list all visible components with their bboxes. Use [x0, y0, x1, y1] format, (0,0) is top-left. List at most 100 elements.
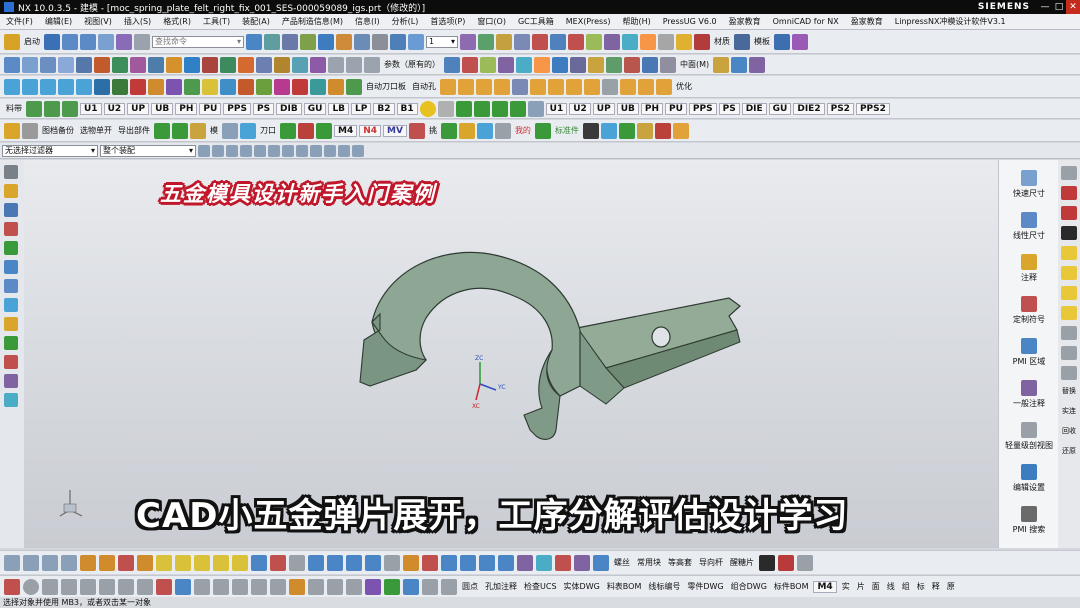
- menu-format[interactable]: 格式(R): [157, 16, 197, 27]
- die-tool-32-icon[interactable]: [638, 78, 654, 95]
- die-tool-7-icon[interactable]: [112, 78, 128, 95]
- menu-yingjia-1[interactable]: 盈家教育: [723, 16, 767, 27]
- screw-label[interactable]: 螺丝: [612, 557, 632, 568]
- green-sheet-icon[interactable]: [618, 122, 635, 139]
- bottom-tool-3-icon[interactable]: [42, 554, 58, 571]
- sheet-tool-icon[interactable]: [600, 122, 617, 139]
- die-tool-31-icon[interactable]: [620, 78, 636, 95]
- menu-info[interactable]: 信息(I): [349, 16, 386, 27]
- delete-face-icon[interactable]: [642, 56, 658, 73]
- down-arrow-icon[interactable]: [473, 100, 490, 117]
- die-tool-13-icon[interactable]: [220, 78, 236, 95]
- ruler-tool-icon[interactable]: [713, 56, 730, 73]
- snap-10-icon[interactable]: [324, 144, 336, 157]
- work-layer-select[interactable]: 1: [426, 35, 458, 48]
- line-label[interactable]: 线: [885, 581, 897, 592]
- edit-object-icon[interactable]: [116, 33, 132, 50]
- bottom-tool-31-icon[interactable]: [574, 554, 590, 571]
- move-icon[interactable]: [408, 33, 424, 50]
- side-tool-6-icon[interactable]: [1061, 266, 1077, 280]
- process-studio-icon[interactable]: [4, 336, 18, 350]
- line-icon[interactable]: [22, 56, 38, 73]
- pocket-icon[interactable]: [238, 56, 254, 73]
- system-scenes-icon[interactable]: [4, 393, 18, 407]
- layer-visibility-icon[interactable]: [460, 33, 476, 50]
- cross-tool-icon[interactable]: [22, 122, 38, 139]
- bottom-tool-14-icon[interactable]: [251, 554, 267, 571]
- bottom-m4-button[interactable]: M4: [813, 580, 837, 593]
- replace-face-icon[interactable]: [624, 56, 640, 73]
- menu-analysis[interactable]: 分析(L): [386, 16, 425, 27]
- synchronous-icon[interactable]: [660, 56, 676, 73]
- mirror-icon[interactable]: [606, 56, 622, 73]
- side-tool-9-icon[interactable]: [1061, 326, 1077, 340]
- mold-label[interactable]: 模: [208, 125, 220, 136]
- bottom-tool-12-icon[interactable]: [213, 554, 229, 571]
- right-gu-button[interactable]: GU: [768, 102, 792, 115]
- die-tool-8-icon[interactable]: [130, 78, 146, 95]
- orange-tool-icon[interactable]: [672, 122, 689, 139]
- right-pps2-button[interactable]: PPS2: [855, 102, 890, 115]
- common-block-label[interactable]: 常用块: [635, 557, 663, 568]
- bottom-tool-20-icon[interactable]: [365, 554, 381, 571]
- camera-icon[interactable]: [282, 33, 298, 50]
- plate-ph-button[interactable]: PH: [175, 102, 198, 115]
- b2-tool-2-icon[interactable]: [23, 578, 39, 595]
- die-tool-17-icon[interactable]: [292, 78, 308, 95]
- side-tool-8-icon[interactable]: [1061, 306, 1077, 320]
- arc-icon[interactable]: [40, 56, 56, 73]
- bottom-tool-10-icon[interactable]: [175, 554, 191, 571]
- sugar-sheet-label[interactable]: 醒糖片: [728, 557, 756, 568]
- bottom-tool-24-icon[interactable]: [441, 554, 457, 571]
- menu-omnicad[interactable]: OmniCAD for NX: [767, 17, 845, 26]
- bottom-tool-2-icon[interactable]: [23, 554, 39, 571]
- material-icon[interactable]: [694, 33, 710, 50]
- right-ub-button[interactable]: UB: [616, 102, 639, 115]
- plate-pu-button[interactable]: PU: [199, 102, 222, 115]
- solid-dwg-label[interactable]: 实体DWG: [562, 581, 602, 592]
- die-tool-16-icon[interactable]: [274, 78, 290, 95]
- copy-to-layer-icon[interactable]: [496, 33, 512, 50]
- web-browser-icon[interactable]: [4, 279, 18, 293]
- snap-11-icon[interactable]: [338, 144, 350, 157]
- plate-up-button[interactable]: UP: [127, 102, 150, 115]
- replace-button[interactable]: 替换: [1058, 386, 1080, 396]
- die-tool-19-icon[interactable]: [328, 78, 344, 95]
- redo-icon[interactable]: [80, 33, 96, 50]
- frame-icon[interactable]: [372, 33, 388, 50]
- solid-link-button[interactable]: 实连: [1058, 406, 1080, 416]
- edit-settings-item[interactable]: 编辑设置: [999, 464, 1059, 493]
- b2-tool-21-icon[interactable]: [384, 578, 400, 595]
- invert-icon[interactable]: [586, 33, 602, 50]
- rapid-dimension-item[interactable]: 快速尺寸: [999, 170, 1059, 199]
- b2-tool-14-icon[interactable]: [251, 578, 267, 595]
- blank-icon[interactable]: [604, 33, 620, 50]
- datum-csys-icon[interactable]: [480, 56, 496, 73]
- right-u1-button[interactable]: U1: [545, 102, 568, 115]
- temp-icon[interactable]: [437, 100, 454, 117]
- hole-tool-icon[interactable]: [222, 122, 238, 139]
- minimize-button[interactable]: —: [1038, 0, 1052, 14]
- right-die-button[interactable]: DIE: [741, 102, 767, 115]
- wcs-icon[interactable]: [134, 33, 150, 50]
- origin-label[interactable]: 原: [945, 581, 957, 592]
- b2-tool-23-icon[interactable]: [422, 578, 438, 595]
- cube-icon[interactable]: [318, 33, 334, 50]
- hd3d-icon[interactable]: [4, 260, 18, 274]
- point-icon[interactable]: [58, 56, 74, 73]
- analysis-icon[interactable]: [532, 33, 548, 50]
- n4-button[interactable]: N4: [359, 124, 382, 137]
- plate-ub-button[interactable]: UB: [151, 102, 174, 115]
- die-tool-24-icon[interactable]: [494, 78, 510, 95]
- offset-curve-icon[interactable]: [112, 56, 128, 73]
- assembly-navigator-icon[interactable]: [4, 203, 18, 217]
- b2-tool-17-icon[interactable]: [308, 578, 324, 595]
- pick-icon[interactable]: [408, 122, 425, 139]
- b2-tool-22-icon[interactable]: [403, 578, 419, 595]
- menu-insert[interactable]: 插入(S): [118, 16, 157, 27]
- select-all-icon[interactable]: [622, 33, 638, 50]
- material-list-label[interactable]: 选物单开: [78, 125, 114, 136]
- plate-dib-button[interactable]: DIB: [276, 102, 302, 115]
- die-tool-5-icon[interactable]: [76, 78, 92, 95]
- plate-pps-button[interactable]: PPS: [223, 102, 251, 115]
